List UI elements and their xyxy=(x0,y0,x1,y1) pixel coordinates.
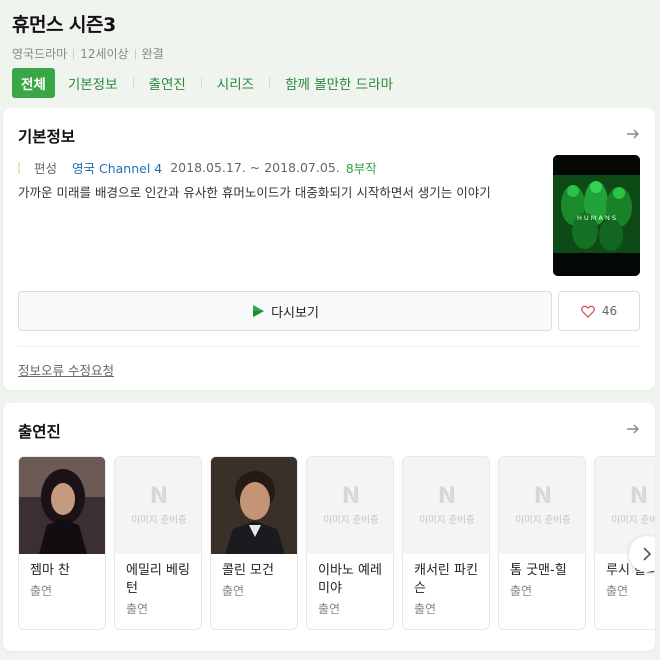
cast-photo-image xyxy=(211,457,297,554)
like-count: 46 xyxy=(601,304,618,318)
cast-name: 톰 굿맨-힐 xyxy=(510,563,567,578)
report-error-link[interactable]: 정보오류 수정요청 xyxy=(18,360,114,379)
cast-list: 젬마 찬 출연 N 이미지 준비중 에밀리 베링턴 출연 콜린 모건 출연 N … xyxy=(18,456,655,631)
basic-info-title: 기본정보 xyxy=(18,128,76,146)
poster-image[interactable]: H U M A N S xyxy=(553,155,640,276)
placeholder-logo: N xyxy=(533,483,553,509)
header: 휴먼스 시즌3 영국드라마 12세이상 완결 xyxy=(12,10,660,62)
cast-role: 출연 xyxy=(414,602,437,616)
tab-similar-dramas[interactable]: 함께 볼만한 드라마 xyxy=(278,68,400,98)
meta-rating: 12세이상 xyxy=(80,47,129,61)
placeholder-text: 이미지 준비중 xyxy=(515,514,571,526)
tab-bar: 전체 기본정보 출연진 시리즈 함께 볼만한 드라마 xyxy=(12,68,400,98)
meta-info: 영국드라마 12세이상 완결 xyxy=(12,45,660,62)
info-bar-decoration xyxy=(18,161,20,174)
cast-item[interactable]: 콜린 모건 출연 xyxy=(210,456,298,630)
air-dates: 2018.05.17. ~ 2018.07.05. xyxy=(170,160,340,175)
tab-divider xyxy=(132,77,134,89)
watch-again-label: 다시보기 xyxy=(271,305,319,321)
meta-genre: 영국드라마 xyxy=(12,47,68,61)
cast-name: 캐서린 파킨슨 xyxy=(414,563,478,596)
page-title: 휴먼스 시즌3 xyxy=(12,14,116,36)
divider xyxy=(18,346,640,347)
poster-logo-text: H U M A N S xyxy=(577,214,616,222)
chevron-right-icon xyxy=(643,547,652,561)
meta-divider xyxy=(134,48,136,59)
cast-item[interactable]: N 이미지 준비중 톰 굿맨-힐 출연 xyxy=(498,456,586,630)
placeholder-logo: N xyxy=(149,483,169,509)
arrow-right-icon[interactable] xyxy=(625,421,641,437)
cast-card: 출연진 젬마 찬 출연 N 이미지 준비중 에밀리 베링턴 출연 콜린 모건 출… xyxy=(3,403,655,651)
cast-photo-image xyxy=(19,457,105,554)
tab-divider xyxy=(200,77,202,89)
placeholder-logo: N xyxy=(437,483,457,509)
cast-item[interactable]: N 이미지 준비중 캐서린 파킨슨 출연 xyxy=(402,456,490,630)
cast-name: 이바노 예레미야 xyxy=(318,563,382,596)
cast-photo-placeholder: N 이미지 준비중 xyxy=(499,457,585,554)
tab-basic-info[interactable]: 기본정보 xyxy=(61,68,125,98)
heart-icon xyxy=(580,305,595,318)
placeholder-logo: N xyxy=(341,483,361,509)
placeholder-text: 이미지 준비중 xyxy=(419,514,475,526)
network-link[interactable]: 영국 Channel 4 xyxy=(72,158,162,177)
cast-role: 출연 xyxy=(318,602,341,616)
placeholder-text: 이미지 준비중 xyxy=(131,514,187,526)
episode-count: 8부작 xyxy=(345,161,377,176)
broadcast-info: 편성 영국 Channel 4 2018.05.17. ~ 2018.07.05… xyxy=(18,158,377,177)
synopsis: 가까운 미래를 배경으로 인간과 유사한 휴머노이드가 대중화되기 시작하면서 … xyxy=(18,185,491,200)
tab-series[interactable]: 시리즈 xyxy=(210,68,261,98)
tab-divider xyxy=(269,77,271,89)
tab-cast[interactable]: 출연진 xyxy=(142,68,193,98)
cast-photo-placeholder: N 이미지 준비중 xyxy=(115,457,201,554)
cast-role: 출연 xyxy=(222,584,245,598)
cast-role: 출연 xyxy=(126,602,149,616)
play-icon xyxy=(253,305,265,317)
cast-name: 에밀리 베링턴 xyxy=(126,563,190,596)
arrow-right-icon[interactable] xyxy=(625,126,641,142)
cast-photo-placeholder: N 이미지 준비중 xyxy=(403,457,489,554)
cast-name: 젬마 찬 xyxy=(30,563,71,578)
poster-art: H U M A N S xyxy=(553,155,640,276)
cast-photo xyxy=(211,457,297,554)
meta-status: 완결 xyxy=(141,47,164,61)
cast-item[interactable]: N 이미지 준비중 에밀리 베링턴 출연 xyxy=(114,456,202,630)
placeholder-logo: N xyxy=(629,483,649,509)
cast-photo xyxy=(19,457,105,554)
placeholder-text: 이미지 준비중 xyxy=(323,514,379,526)
cast-role: 출연 xyxy=(30,584,53,598)
cast-item[interactable]: N 이미지 준비중 이바노 예레미야 출연 xyxy=(306,456,394,630)
meta-divider xyxy=(73,48,75,59)
placeholder-text: 이미지 준비중 xyxy=(611,514,655,526)
tab-all[interactable]: 전체 xyxy=(12,68,55,98)
cast-role: 출연 xyxy=(510,584,533,598)
cast-item[interactable]: 젬마 찬 출연 xyxy=(18,456,106,630)
like-button[interactable]: 46 xyxy=(558,291,640,331)
broadcast-label: 편성 xyxy=(34,161,58,176)
watch-again-button[interactable]: 다시보기 xyxy=(18,291,552,331)
cast-name: 콜린 모건 xyxy=(222,563,274,578)
basic-info-card: 기본정보 편성 영국 Channel 4 2018.05.17. ~ 2018.… xyxy=(3,108,655,390)
cast-photo-placeholder: N 이미지 준비중 xyxy=(307,457,393,554)
cast-role: 출연 xyxy=(606,584,629,598)
cast-title: 출연진 xyxy=(18,423,61,441)
